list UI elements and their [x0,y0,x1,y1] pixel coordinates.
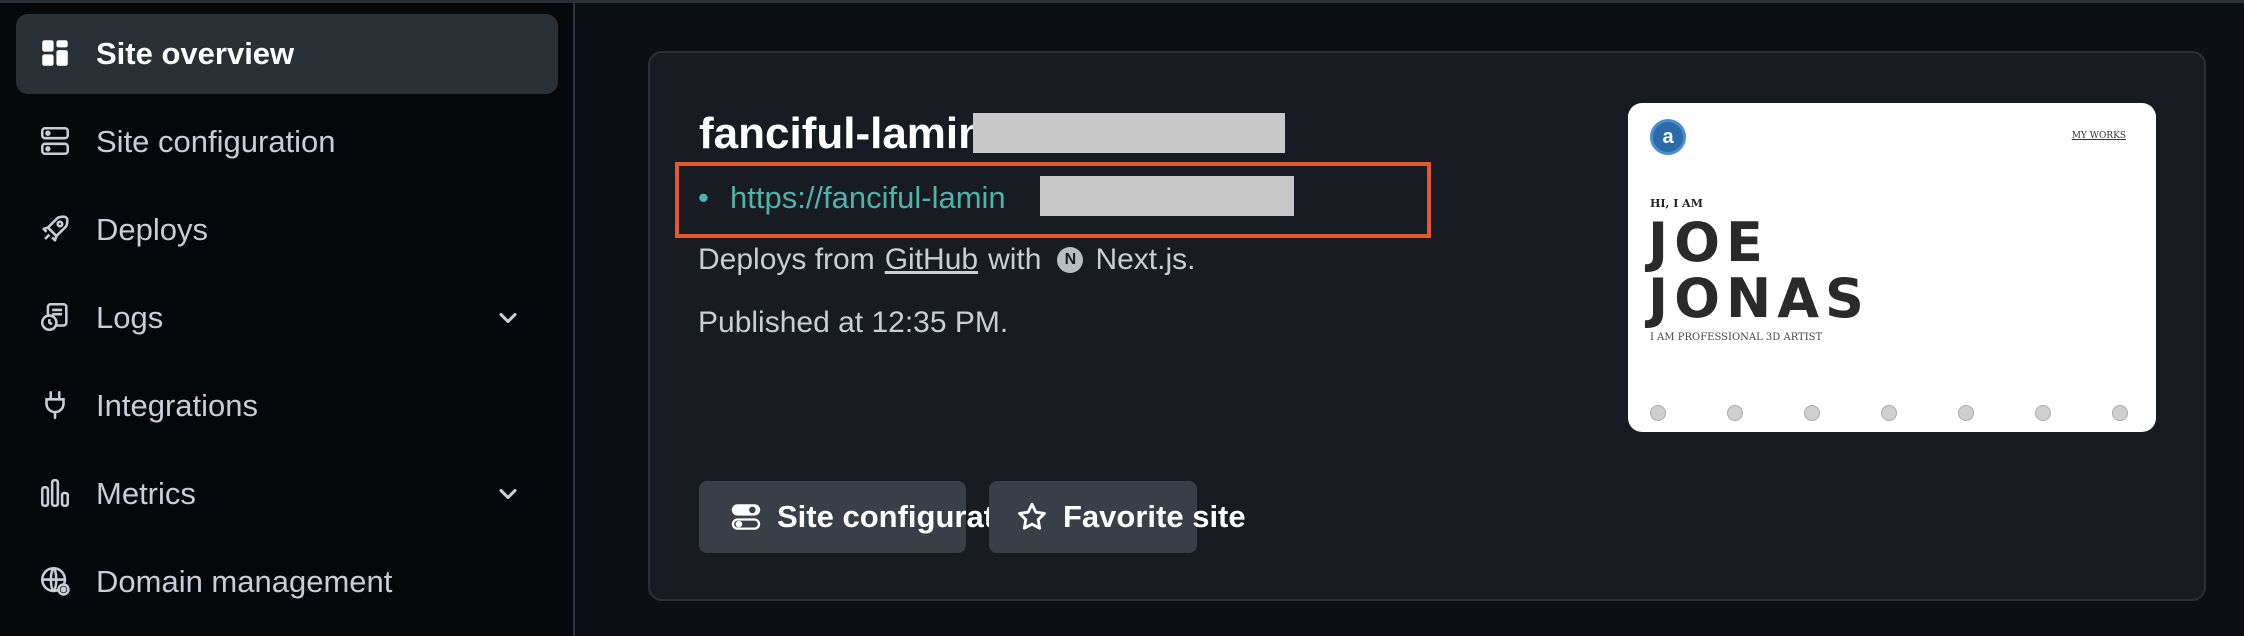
preview-name: JOE JONAS [1648,215,1870,327]
sidebar-item-label: Domain management [96,564,393,599]
site-url-row: • https://fanciful-lamin [698,180,1006,216]
site-preview-thumbnail[interactable]: a MY WORKS HI, I AM JOE JONAS I AM PROFE… [1628,103,2156,432]
github-link[interactable]: GitHub [885,243,978,277]
published-time: Published at 12:35 PM. [698,306,1009,339]
toggle-icon [729,500,763,534]
social-icon [2112,405,2128,421]
sidebar-item-label: Site overview [96,36,295,71]
preview-social-icons [1650,405,2140,423]
preview-nav-link: MY WORKS [2071,131,2126,141]
sidebar-item-label: Metrics [96,476,196,511]
logs-icon [38,300,72,334]
sidebar-item-metrics[interactable]: Metrics [16,454,558,534]
redacted-block [973,113,1285,153]
chevron-down-icon[interactable] [494,304,522,332]
preview-greeting: HI, I AM [1650,197,1703,210]
deploys-prefix: Deploys from [698,243,875,276]
deploys-info: Deploys from GitHub with N Next.js. [698,243,1195,277]
github-icon [1650,405,1666,421]
linkedin-icon [2035,405,2051,421]
star-icon [1015,500,1049,534]
chevron-down-icon[interactable] [494,480,522,508]
sidebar-item-label: Integrations [96,388,258,423]
framework-name: Next.js. [1095,243,1196,276]
bullet-icon: • [698,180,709,215]
preview-subtitle: I AM PROFESSIONAL 3D ARTIST [1650,332,1823,343]
bar-chart-icon [38,476,72,510]
sidebar-item-domain-management[interactable]: Domain management [16,542,558,622]
facebook-icon [1958,405,1974,421]
deploys-with: with [988,243,1042,276]
site-configuration-button[interactable]: Site configuration [699,481,1041,553]
social-icon [1804,405,1820,421]
preview-name-line1: JOE [1648,211,1769,274]
sidebar-item-label: Deploys [96,212,208,247]
rocket-icon [38,212,72,246]
social-icon [1727,405,1743,421]
grid-icon [38,36,72,70]
server-icon [38,124,72,158]
globe-icon [38,564,72,598]
sidebar-item-deploys[interactable]: Deploys [16,190,558,270]
site-title: fanciful-lamin [699,109,986,158]
sidebar-item-label: Site configuration [96,124,336,159]
app-window: Site overview Site configuration Deploys… [0,0,2244,636]
sidebar-item-label: Logs [96,300,164,335]
sidebar-item-integrations[interactable]: Integrations [16,366,558,446]
sidebar-item-logs[interactable]: Logs [16,278,558,358]
sidebar-item-site-overview[interactable]: Site overview [16,14,558,94]
sidebar-item-site-configuration[interactable]: Site configuration [16,102,558,182]
preview-name-line2: JONAS [1648,267,1870,330]
preview-logo-icon: a [1650,119,1686,155]
twitter-icon [1881,405,1897,421]
site-overview-card: fanciful-lamin • https://fanciful-lamin D… [648,51,2206,601]
site-url-link[interactable]: https://fanciful-lamin [730,180,1006,215]
favorite-site-button[interactable]: Favorite site [989,481,1246,553]
sidebar: Site overview Site configuration Deploys… [0,3,575,636]
button-label: Favorite site [1063,499,1246,534]
plug-icon [38,388,72,422]
redacted-block [1040,176,1294,216]
nextjs-icon: N [1057,247,1084,273]
